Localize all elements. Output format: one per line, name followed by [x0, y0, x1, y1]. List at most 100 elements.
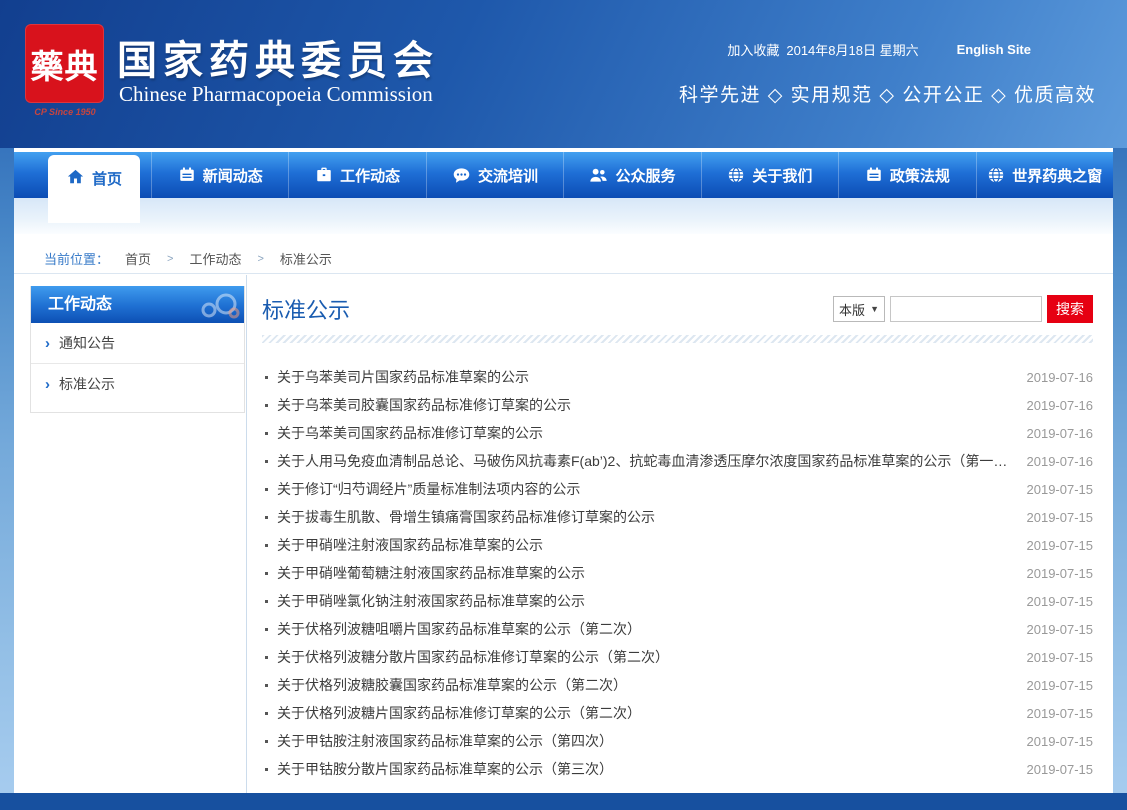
announcement-link[interactable]: 关于甲硝唑注射液国家药品标准草案的公示 [277, 535, 543, 555]
page-title: 标准公示 [262, 293, 350, 325]
bullet-icon [265, 628, 268, 631]
announcement-date: 2019-07-15 [1021, 734, 1094, 749]
announcement-link[interactable]: 关于伏格列波糖分散片国家药品标准修订草案的公示（第二次） [277, 647, 669, 667]
bullet-icon [265, 516, 268, 519]
list-item: 关于伏格列波糖咀嚼片国家药品标准草案的公示（第二次）2019-07-15 [262, 615, 1093, 643]
breadcrumb-label: 当前位置： [44, 249, 109, 268]
bullet-icon [265, 656, 268, 659]
announcement-link[interactable]: 关于拔毒生肌散、骨增生镇痛膏国家药品标准修订草案的公示 [277, 507, 655, 527]
announcement-date: 2019-07-15 [1021, 482, 1094, 497]
breadcrumb: 当前位置： 首页 > 工作动态 > 标准公示 [14, 244, 1113, 274]
chat-icon [452, 166, 471, 185]
main-nav: 首页 新闻动态 工作动态 交流培训 公众服务 关于我们 [14, 152, 1113, 198]
list-item: 关于甲硝唑注射液国家药品标准草案的公示 2019-07-15 [262, 531, 1093, 559]
home-icon [66, 168, 85, 187]
search-bar: 本版 ▼ 搜索 [833, 295, 1093, 323]
bullet-icon [265, 544, 268, 547]
sidebar-item-label: 通知公告 [59, 333, 115, 353]
cloud-ornament-icon [194, 289, 240, 321]
current-date: 2014年8月18日 星期六 [786, 40, 918, 59]
announcement-link[interactable]: 关于乌苯美司片国家药品标准草案的公示 [277, 367, 529, 387]
announcement-link[interactable]: 关于甲硝唑葡萄糖注射液国家药品标准草案的公示 [277, 563, 585, 583]
list-item: 关于拔毒生肌散、骨增生镇痛膏国家药品标准修订草案的公示 2019-07-15 [262, 503, 1093, 531]
announcement-link[interactable]: 关于人用马免疫血清制品总论、马破伤风抗毒素F(ab’)2、抗蛇毒血清渗透压摩尔浓… [277, 451, 1021, 471]
list-item: 关于甲硝唑葡萄糖注射液国家药品标准草案的公示2019-07-15 [262, 559, 1093, 587]
announcement-link[interactable]: 关于伏格列波糖胶囊国家药品标准草案的公示（第二次） [277, 675, 627, 695]
bullet-icon [265, 712, 268, 715]
list-item: 关于甲钴胺分散片国家药品标准草案的公示（第三次） 2019-07-15 [262, 755, 1093, 783]
sidebar-item-notices[interactable]: › 通知公告 [31, 323, 244, 364]
list-item: 关于修订“归芍调经片”质量标准制法项内容的公示 2019-07-15 [262, 475, 1093, 503]
site-header: 藥典 CP Since 1950 国家药典委员会 Chinese Pharmac… [0, 0, 1127, 148]
nav-tab-policy[interactable]: 政策法规 [838, 152, 975, 198]
announcement-date: 2019-07-15 [1021, 762, 1094, 777]
footer-band [0, 793, 1127, 810]
nav-tab-about[interactable]: 关于我们 [701, 152, 838, 198]
globe-icon [987, 166, 1005, 184]
announcement-link[interactable]: 关于乌苯美司胶囊国家药品标准修订草案的公示 [277, 395, 571, 415]
bullet-icon [265, 572, 268, 575]
main-header: 标准公示 本版 ▼ 搜索 [262, 292, 1093, 326]
breadcrumb-home[interactable]: 首页 [125, 249, 151, 268]
announcement-date: 2019-07-15 [1021, 510, 1094, 525]
site-subtitle: Chinese Pharmacopoeia Commission [119, 82, 433, 107]
announcement-date: 2019-07-16 [1021, 370, 1094, 385]
nav-tab-label: 公众服务 [615, 165, 675, 186]
nav-tab-training[interactable]: 交流培训 [426, 152, 563, 198]
sidebar-item-label: 标准公示 [59, 374, 115, 394]
list-item: 关于乌苯美司国家药品标准修订草案的公示2019-07-16 [262, 419, 1093, 447]
announcement-link[interactable]: 关于甲钴胺分散片国家药品标准草案的公示（第三次） [277, 759, 613, 779]
list-item: 关于乌苯美司片国家药品标准草案的公示 2019-07-16 [262, 363, 1093, 391]
bullet-icon [265, 768, 268, 771]
announcement-link[interactable]: 关于修订“归芍调经片”质量标准制法项内容的公示 [277, 479, 580, 499]
search-input[interactable] [890, 296, 1042, 322]
calendar-icon [865, 166, 883, 184]
briefcase-icon [315, 166, 333, 184]
site-slogan: 科学先进 ◇ 实用规范 ◇ 公开公正 ◇ 优质高效 [679, 80, 1096, 107]
bullet-icon [265, 460, 268, 463]
caret-down-icon: ▼ [870, 304, 879, 314]
add-favorite-link[interactable]: 加入收藏 [727, 40, 779, 59]
bullet-icon [265, 488, 268, 491]
bullet-icon [265, 740, 268, 743]
nav-tab-label: 交流培训 [478, 165, 538, 186]
page: 藥典 CP Since 1950 国家药典委员会 Chinese Pharmac… [0, 0, 1127, 810]
english-site-link[interactable]: English Site [957, 42, 1031, 57]
announcement-date: 2019-07-15 [1021, 538, 1094, 553]
announcement-link[interactable]: 关于甲钴胺注射液国家药品标准草案的公示（第四次） [277, 731, 613, 751]
announcement-link[interactable]: 关于甲硝唑氯化钠注射液国家药品标准草案的公示 [277, 591, 585, 611]
list-item: 关于甲硝唑氯化钠注射液国家药品标准草案的公示 2019-07-15 [262, 587, 1093, 615]
breadcrumb-work[interactable]: 工作动态 [189, 249, 241, 268]
announcement-link[interactable]: 关于伏格列波糖片国家药品标准修订草案的公示（第二次） [277, 703, 641, 723]
arrow-right-icon: › [45, 336, 50, 351]
announcement-link[interactable]: 关于伏格列波糖咀嚼片国家药品标准草案的公示（第二次） [277, 619, 641, 639]
content-area: 工作动态 › 通知公告 › 标准公示 标准公示 [14, 275, 1113, 810]
edition-select[interactable]: 本版 ▼ [833, 296, 885, 322]
nav-tab-news[interactable]: 新闻动态 [151, 152, 288, 198]
news-icon [178, 166, 196, 184]
breadcrumb-separator: > [257, 253, 263, 265]
nav-tab-work[interactable]: 工作动态 [288, 152, 425, 198]
list-item: 关于乌苯美司胶囊国家药品标准修订草案的公示2019-07-16 [262, 391, 1093, 419]
list-item: 关于伏格列波糖胶囊国家药品标准草案的公示（第二次）2019-07-15 [262, 671, 1093, 699]
sidebar-menu: 工作动态 › 通知公告 › 标准公示 [30, 286, 245, 413]
nav-tab-label: 工作动态 [340, 165, 400, 186]
nav-tab-world-pharmacopoeia[interactable]: 世界药典之窗 [976, 152, 1113, 198]
nav-tab-public-service[interactable]: 公众服务 [563, 152, 700, 198]
header-topline: 加入收藏 2014年8月18日 星期六 English Site [727, 40, 1031, 59]
announcement-link[interactable]: 关于乌苯美司国家药品标准修订草案的公示 [277, 423, 543, 443]
search-button[interactable]: 搜索 [1047, 295, 1093, 323]
announcement-date: 2019-07-15 [1021, 594, 1094, 609]
list-item: 关于伏格列波糖片国家药品标准修订草案的公示（第二次）2019-07-15 [262, 699, 1093, 727]
nav-tab-label: 新闻动态 [203, 165, 263, 186]
breadcrumb-separator: > [167, 253, 173, 265]
hatched-divider [262, 335, 1093, 343]
announcement-list: 关于乌苯美司片国家药品标准草案的公示 2019-07-16 关于乌苯美司胶囊国家药… [262, 363, 1093, 783]
sidebar-item-standard-announcements[interactable]: › 标准公示 [31, 364, 244, 404]
nav-tab-home[interactable]: 首页 [48, 155, 140, 223]
edition-select-value: 本版 [839, 300, 865, 319]
bullet-icon [265, 684, 268, 687]
nav-tab-label: 政策法规 [890, 165, 950, 186]
nav-subband [14, 198, 1113, 234]
list-item: 关于伏格列波糖分散片国家药品标准修订草案的公示（第二次）2019-07-15 [262, 643, 1093, 671]
